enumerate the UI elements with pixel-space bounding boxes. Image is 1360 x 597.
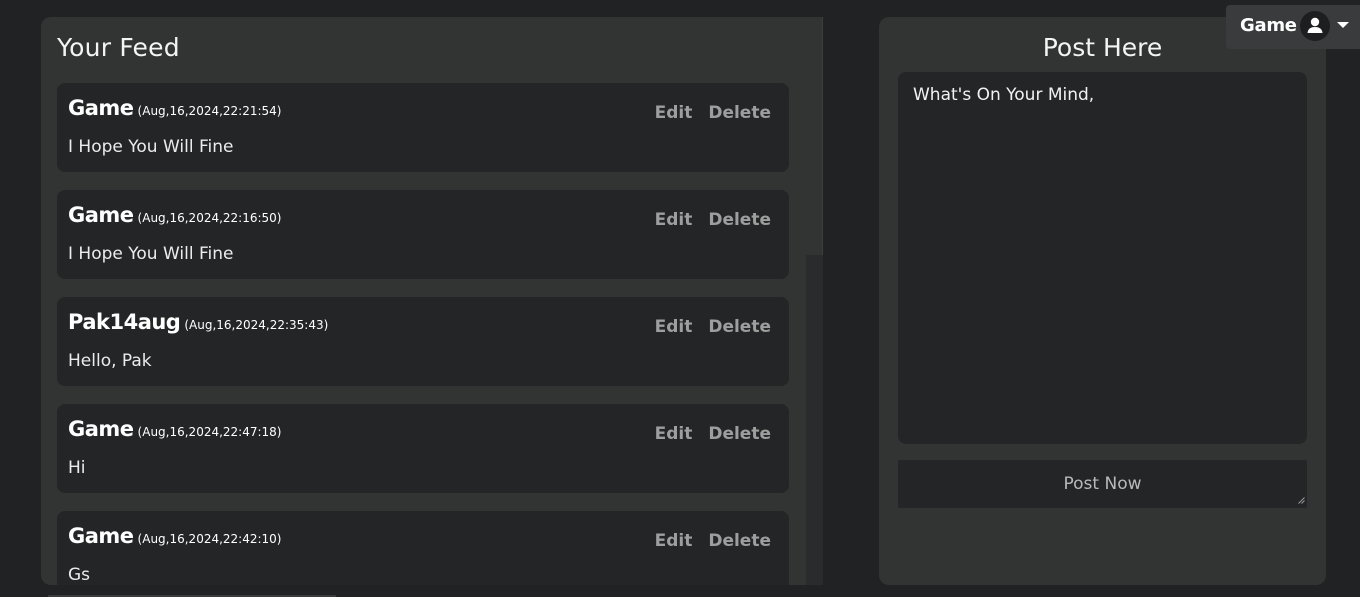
post-header: Game (Aug,16,2024,22:47:18) (68, 417, 282, 441)
post-now-button[interactable]: Post Now (898, 460, 1307, 508)
post-header: Game (Aug,16,2024,22:21:54) (68, 96, 282, 120)
post-actions: Edit Delete (639, 210, 771, 230)
post-timestamp: (Aug,16,2024,22:16:50) (137, 211, 282, 225)
edit-button[interactable]: Edit (655, 103, 693, 123)
edit-button[interactable]: Edit (655, 424, 693, 444)
post-body: Gs (68, 565, 91, 585)
feed-title: Your Feed (57, 33, 180, 62)
caret-down-icon[interactable] (1336, 20, 1350, 30)
post-header: Game (Aug,16,2024,22:16:50) (68, 203, 282, 227)
delete-button[interactable]: Delete (708, 531, 771, 551)
post-author: Game (68, 417, 134, 441)
post-card: Game (Aug,16,2024,22:42:10) Edit Delete Gs (57, 511, 789, 585)
post-timestamp: (Aug,16,2024,22:47:18) (137, 425, 282, 439)
post-actions: Edit Delete (639, 317, 771, 337)
user-name: Game (1240, 15, 1297, 36)
edit-button[interactable]: Edit (655, 317, 693, 337)
edit-button[interactable]: Edit (655, 531, 693, 551)
post-author: Game (68, 203, 134, 227)
post-author: Pak14aug (68, 310, 181, 334)
delete-button[interactable]: Delete (708, 317, 771, 337)
post-author: Game (68, 96, 134, 120)
delete-button[interactable]: Delete (708, 210, 771, 230)
post-card: Game (Aug,16,2024,22:16:50) Edit Delete I … (57, 190, 789, 279)
post-author: Game (68, 524, 134, 548)
scrollbar-thumb[interactable] (806, 17, 823, 255)
feed-panel: Your Feed Game (Aug,16,2024,22:21:54) Edi… (41, 17, 806, 585)
post-timestamp: (Aug,16,2024,22:35:43) (184, 318, 329, 332)
post-card: Pak14aug (Aug,16,2024,22:35:43) Edit Delet… (57, 297, 789, 386)
compose-panel: Post Here What's On Your Mind, Post Now (879, 17, 1326, 585)
user-menu[interactable]: Game (1226, 5, 1360, 49)
post-body: Hi (68, 458, 86, 478)
delete-button[interactable]: Delete (708, 103, 771, 123)
delete-button[interactable]: Delete (708, 424, 771, 444)
post-textarea[interactable]: What's On Your Mind, (898, 72, 1307, 444)
post-body: Hello, Pak (68, 351, 152, 371)
post-now-label: Post Now (1063, 474, 1142, 494)
post-actions: Edit Delete (639, 424, 771, 444)
post-actions: Edit Delete (639, 531, 771, 551)
post-timestamp: (Aug,16,2024,22:21:54) (137, 104, 282, 118)
post-body: I Hope You Will Fine (68, 137, 234, 157)
resize-grip-icon[interactable] (1298, 497, 1305, 504)
post-header: Game (Aug,16,2024,22:42:10) (68, 524, 282, 548)
post-card: Game (Aug,16,2024,22:21:54) Edit Delete I … (57, 83, 789, 172)
post-body: I Hope You Will Fine (68, 244, 234, 264)
user-icon[interactable] (1300, 11, 1330, 41)
post-card: Game (Aug,16,2024,22:47:18) Edit Delete Hi (57, 404, 789, 493)
post-timestamp: (Aug,16,2024,22:42:10) (137, 532, 282, 546)
edit-button[interactable]: Edit (655, 210, 693, 230)
post-header: Pak14aug (Aug,16,2024,22:35:43) (68, 310, 328, 334)
post-actions: Edit Delete (639, 103, 771, 123)
feed-scrollbar[interactable] (806, 17, 823, 585)
post-list: Game (Aug,16,2024,22:21:54) Edit Delete I … (57, 83, 789, 585)
